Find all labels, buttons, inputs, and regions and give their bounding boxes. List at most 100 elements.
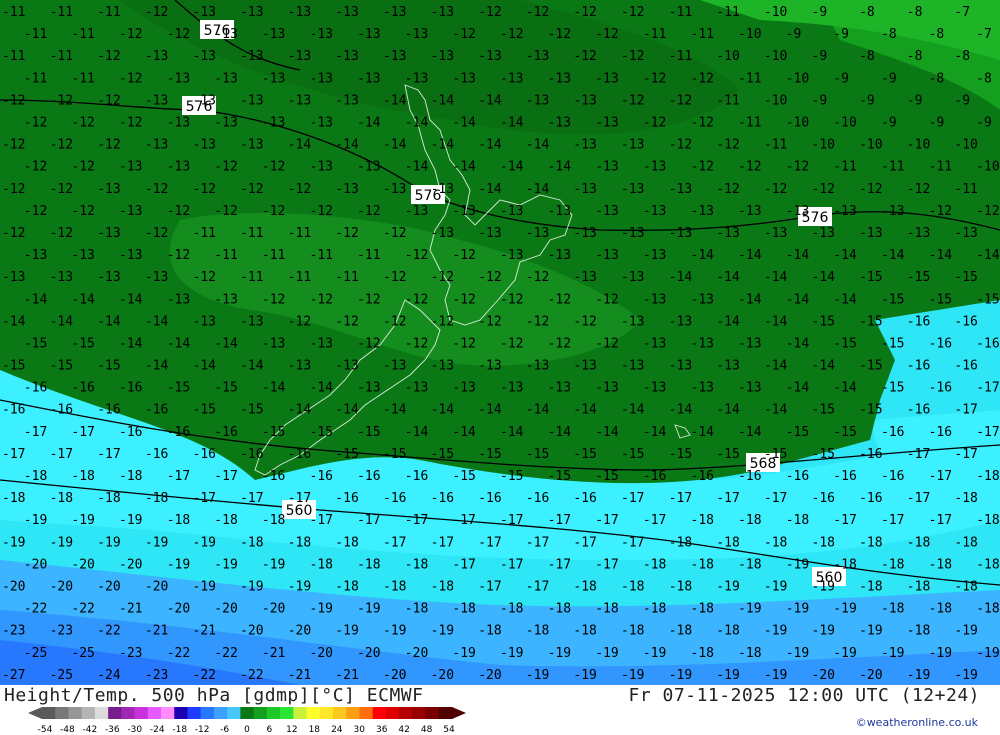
legend-swatch (399, 707, 413, 719)
temp-label: -12 (478, 314, 501, 329)
temp-label: -16 (310, 469, 333, 484)
temp-label: -10 (764, 5, 787, 20)
temp-label: -12 (357, 292, 380, 307)
temp-label: -16 (357, 469, 380, 484)
temp-label: -15 (669, 447, 692, 462)
temp-label: -13 (738, 337, 761, 352)
temp-label: -17 (621, 491, 644, 506)
temp-label: -14 (764, 359, 788, 374)
temp-label: -10 (786, 71, 809, 86)
temp-label: -14 (478, 403, 502, 418)
temp-label: -18 (738, 557, 761, 572)
legend-swatch (306, 707, 321, 719)
temp-label: -18 (526, 624, 549, 639)
temp-label: -18 (167, 513, 190, 528)
temp-label: -21 (193, 624, 216, 639)
temp-label: -15 (881, 337, 904, 352)
legend-swatch (359, 707, 374, 719)
temp-label: -15 (881, 381, 904, 396)
temp-label: -12 (431, 314, 454, 329)
temp-label: -12 (24, 116, 47, 131)
temp-label: -9 (881, 116, 897, 131)
temp-label: -16 (214, 425, 237, 440)
temp-label: -12 (193, 182, 216, 197)
temp-label: -17 (976, 381, 999, 396)
temp-label: -17 (167, 469, 190, 484)
map-title: Height/Temp. 500 hPa [gdmp][°C] ECMWF (4, 685, 424, 706)
temp-label: -8 (881, 27, 897, 42)
temp-label: -12 (621, 5, 644, 20)
temp-label: -16 (405, 469, 428, 484)
temp-label: -19 (193, 535, 216, 550)
temp-label: -12 (859, 182, 882, 197)
temp-label: -13 (452, 71, 475, 86)
temp-label: -13 (859, 226, 882, 241)
legend-swatch (385, 707, 400, 719)
temp-label: -16 (859, 491, 882, 506)
temp-label: -18 (691, 602, 714, 617)
temp-label: -16 (907, 359, 930, 374)
temp-label: -13 (240, 314, 263, 329)
temp-label: -20 (240, 624, 263, 639)
temp-label: -12 (669, 138, 692, 153)
temp-label: -12 (595, 292, 618, 307)
temp-label: -19 (193, 580, 216, 595)
temp-label: -19 (573, 668, 596, 683)
temp-label: -18 (573, 580, 596, 595)
temp-label: -16 (859, 447, 882, 462)
temp-label: -19 (833, 646, 856, 661)
temp-label: -15 (954, 270, 977, 285)
temp-label: -16 (119, 425, 142, 440)
temp-label: -11 (24, 27, 47, 42)
temp-label: -18 (929, 557, 952, 572)
temp-label: -18 (691, 646, 714, 661)
temp-label: -18 (2, 491, 25, 506)
temp-label: -14 (786, 337, 810, 352)
temp-label: -15 (357, 425, 380, 440)
temp-label: -11 (310, 248, 333, 263)
temp-label: -17 (357, 513, 380, 528)
temp-label: -13 (357, 160, 380, 175)
temp-label: -12 (71, 204, 94, 219)
temp-label: -12 (24, 160, 47, 175)
temp-label: -12 (548, 27, 571, 42)
temp-label: -15 (478, 447, 501, 462)
temp-label: -14 (310, 381, 334, 396)
temp-label: -22 (71, 602, 94, 617)
temp-label: -18 (145, 491, 168, 506)
temp-label: -16 (691, 469, 714, 484)
temp-label: -18 (859, 535, 882, 550)
temp-label: -14 (526, 403, 550, 418)
credit-link[interactable]: ©weatheronline.co.uk (856, 716, 978, 729)
temp-label: -12 (573, 5, 596, 20)
temp-label: -15 (24, 337, 47, 352)
temp-label: -15 (859, 314, 882, 329)
temp-label: -12 (452, 248, 475, 263)
temp-label: -18 (405, 602, 428, 617)
temp-label: -14 (500, 160, 524, 175)
temp-label: -13 (193, 138, 216, 153)
legend-swatch (187, 707, 202, 719)
temp-label: -12 (310, 292, 333, 307)
temp-label: -14 (478, 93, 502, 108)
temp-label: -11 (669, 49, 692, 64)
temp-label: -14 (405, 116, 429, 131)
temp-label: -14 (738, 425, 762, 440)
temp-label: -12 (262, 204, 285, 219)
temp-label: -12 (595, 337, 618, 352)
temp-label: -13 (716, 226, 739, 241)
temp-label: -17 (193, 491, 216, 506)
weather-map: 576 576 576 576 568 560 560 -11 -11 -11 -12 -13 -13… (0, 0, 1000, 685)
temp-label: -17 (24, 425, 47, 440)
temp-label: -20 (71, 557, 94, 572)
temp-label: -19 (526, 668, 549, 683)
temp-label: -13 (526, 93, 549, 108)
temp-label: -18 (97, 491, 120, 506)
temp-label: -17 (50, 447, 73, 462)
temp-label: -12 (167, 248, 190, 263)
temp-label: -10 (859, 138, 882, 153)
temp-label: -18 (335, 535, 358, 550)
temp-label: -13 (621, 138, 644, 153)
temp-label: -14 (383, 403, 407, 418)
legend-swatch (121, 707, 136, 719)
